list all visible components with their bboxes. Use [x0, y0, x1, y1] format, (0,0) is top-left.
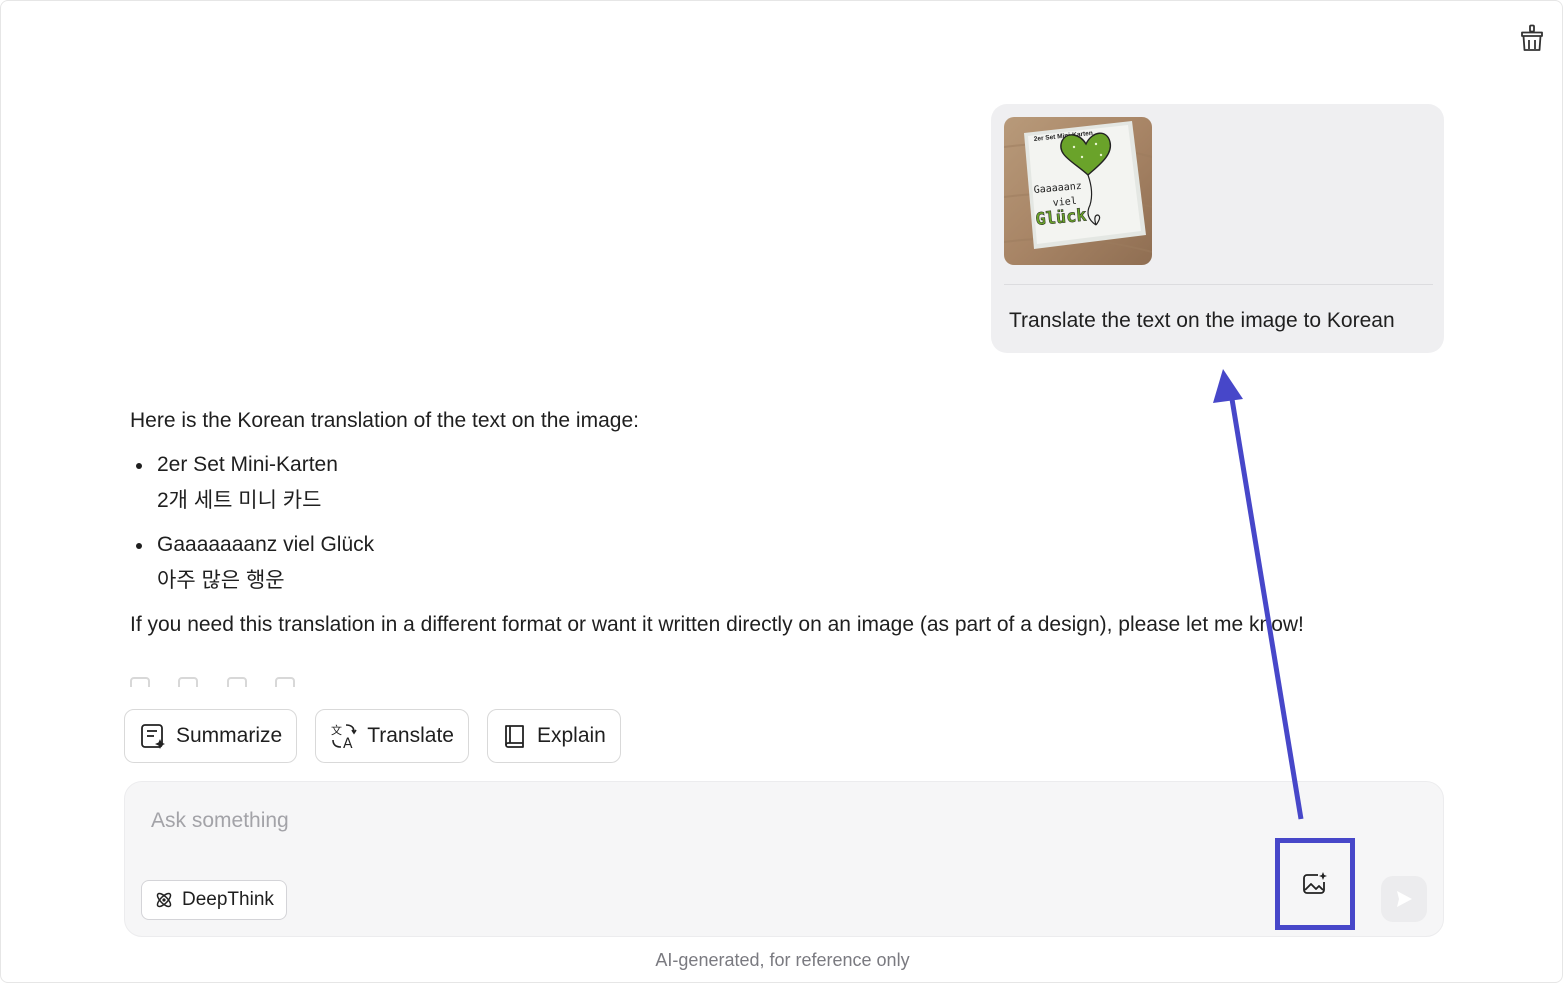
book-icon: [505, 725, 524, 748]
explain-label: Explain: [536, 724, 606, 747]
original-text: Gaaaaaaanz viel Glück: [157, 533, 375, 556]
explain-button[interactable]: Explain: [486, 709, 621, 763]
card-photo-image: 2er Set Mini-Karten Gaaaaanz viel Glück: [1004, 117, 1152, 265]
ask-input[interactable]: [149, 804, 1253, 838]
like-icon[interactable]: [226, 677, 247, 687]
summarize-label: Summarize: [176, 724, 283, 747]
answer-intro: Here is the Korean translation of the te…: [130, 409, 639, 432]
summarize-button[interactable]: Summarize: [124, 709, 298, 763]
composer: DeepThink: [124, 781, 1444, 937]
svg-text:文: 文: [331, 723, 342, 737]
send-icon: [1397, 891, 1412, 907]
user-message-bubble: 2er Set Mini-Karten Gaaaaanz viel Glück …: [991, 104, 1444, 353]
attached-image-thumbnail[interactable]: 2er Set Mini-Karten Gaaaaanz viel Glück: [1004, 117, 1152, 265]
bubble-divider: [1004, 284, 1433, 285]
dislike-icon[interactable]: [275, 677, 296, 687]
disclaimer-note: AI-generated, for reference only: [655, 950, 910, 970]
answer-outro: If you need this translation in a differ…: [130, 613, 1304, 636]
translation-list: 2er Set Mini-Karten 2개 세트 미니 카드 Gaaaaaaa…: [130, 450, 1450, 596]
deepthink-label: DeepThink: [182, 889, 274, 910]
copy-icon[interactable]: [130, 677, 150, 687]
assistant-answer: Here is the Korean translation of the te…: [130, 406, 1450, 640]
chat-window: 2er Set Mini-Karten Gaaaaanz viel Glück …: [0, 0, 1563, 983]
list-item: 2er Set Mini-Karten 2개 세트 미니 카드: [130, 450, 1450, 516]
clear-chat-button[interactable]: [1517, 23, 1547, 53]
original-text: 2er Set Mini-Karten: [157, 453, 338, 476]
image-generate-button[interactable]: [1275, 838, 1355, 930]
quick-actions-bar: Summarize 文 A Translate Explain: [124, 709, 621, 763]
svg-text:A: A: [343, 736, 353, 750]
clear-chat-icon: [1521, 24, 1543, 51]
translate-button[interactable]: 文 A Translate: [315, 709, 469, 763]
list-item: Gaaaaaaanz viel Glück 아주 많은 행운: [130, 530, 1450, 596]
translated-text: 2개 세트 미니 카드: [157, 489, 322, 512]
translated-text: 아주 많은 행운: [157, 569, 285, 592]
regenerate-icon[interactable]: [178, 677, 199, 687]
summarize-icon: [141, 724, 165, 749]
deepthink-toggle[interactable]: DeepThink: [141, 880, 287, 920]
message-action-icons: [130, 677, 350, 687]
user-message-text: Translate the text on the image to Korea…: [1009, 309, 1395, 332]
translate-label: Translate: [367, 724, 454, 747]
send-button[interactable]: [1381, 876, 1427, 922]
image-generate-icon: [1303, 872, 1327, 894]
atom-icon: [156, 892, 172, 908]
translate-icon: 文 A: [331, 723, 357, 750]
